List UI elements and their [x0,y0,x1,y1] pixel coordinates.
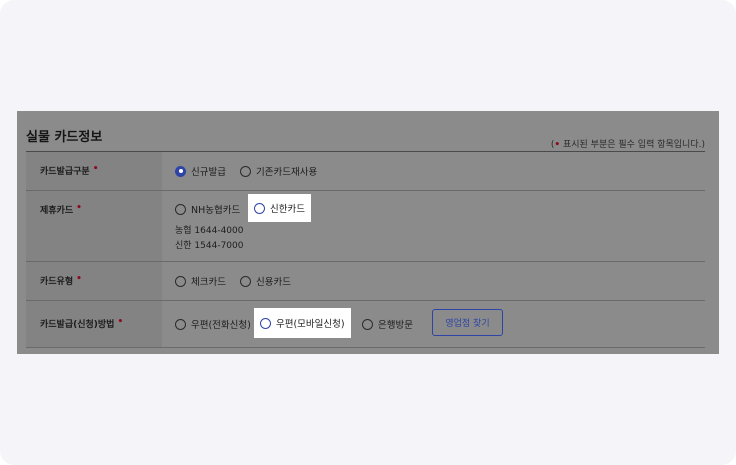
option-label: 신한카드 [270,204,305,215]
required-dot-icon: • [117,317,124,327]
issue-method-bank-visit-radio[interactable]: 은행방문 [362,317,413,331]
radio-icon [240,165,251,177]
radio-icon [175,275,186,287]
radio-icon [175,203,186,215]
card-type-check-radio[interactable]: 체크카드 [175,274,226,288]
option-label: 우편(모바일신청) [276,319,345,330]
option-label: 우편(전화신청) [191,320,251,331]
required-dot-icon: • [76,203,82,213]
issue-type-row: 카드발급구분 • 신규발급 기존카드재사용 [26,152,705,190]
issue-method-label-text: 카드발급(신청)방법 [40,320,115,330]
issue-method-label: 카드발급(신청)방법 • [40,317,123,330]
partner-card-row: 제휴카드 • NH농협카드 신한카드 농협 1644-4000 신한 1544-7… [26,191,705,261]
find-branch-button[interactable]: 영업점 찾기 [432,309,503,336]
partner-card-nh-radio[interactable]: NH농협카드 [175,202,240,216]
card-info-section: 실물 카드정보 (• 표시된 부분은 필수 입력 항목입니다.) 카드발급구분 •… [17,111,719,354]
radio-selected-icon [260,317,271,329]
radio-selected-icon [175,165,186,177]
page-background: 실물 카드정보 (• 표시된 부분은 필수 입력 항목입니다.) 카드발급구분 •… [0,0,736,465]
nh-phone: 농협 1644-4000 [175,226,244,236]
row-divider [26,347,705,348]
section-title: 실물 카드정보 [26,130,103,145]
issue-type-label-text: 카드발급구분 [40,167,90,177]
partner-card-label-cell: 제휴카드 • [26,191,162,261]
card-type-label-cell: 카드유형 • [26,262,162,300]
card-type-label: 카드유형 • [40,274,82,287]
issue-method-label-cell: 카드발급(신청)방법 • [26,301,162,347]
required-dot-icon: • [76,274,82,284]
card-type-row: 카드유형 • 체크카드 신용카드 [26,262,705,300]
issue-method-mail-phone-radio[interactable]: 우편(전화신청) [175,317,251,331]
option-label: NH농협카드 [191,205,241,216]
issue-type-label-cell: 카드발급구분 • [26,152,162,190]
option-label: 기존카드재사용 [256,167,318,178]
radio-icon [175,318,186,330]
required-note: (• 표시된 부분은 필수 입력 항목입니다.) [551,137,705,150]
radio-selected-icon [254,202,265,214]
issue-method-row: 카드발급(신청)방법 • 우편(전화신청) 우편(모바일신청) 은행방문 영업점 … [26,301,705,347]
issue-type-reuse-radio[interactable]: 기존카드재사용 [240,164,317,178]
partner-card-label-text: 제휴카드 [40,206,74,216]
card-type-label-text: 카드유형 [40,277,74,287]
shinhan-phone: 신한 1544-7000 [175,241,244,251]
option-label: 신규발급 [191,167,226,178]
option-label: 체크카드 [191,277,226,288]
option-label: 은행방문 [378,320,413,331]
issue-type-label: 카드발급구분 • [40,164,98,177]
partner-card-label: 제휴카드 • [40,203,82,216]
required-dot-icon: • [92,164,99,174]
card-type-credit-radio[interactable]: 신용카드 [240,274,291,288]
partner-card-shinhan-radio[interactable]: 신한카드 [248,194,311,222]
radio-icon [240,275,251,287]
radio-icon [362,318,373,330]
required-note-text: 표시된 부분은 필수 입력 항목입니다.) [560,140,705,150]
issue-type-new-radio[interactable]: 신규발급 [175,164,226,178]
option-label: 신용카드 [256,277,291,288]
issue-method-mail-mobile-radio[interactable]: 우편(모바일신청) [254,308,351,338]
